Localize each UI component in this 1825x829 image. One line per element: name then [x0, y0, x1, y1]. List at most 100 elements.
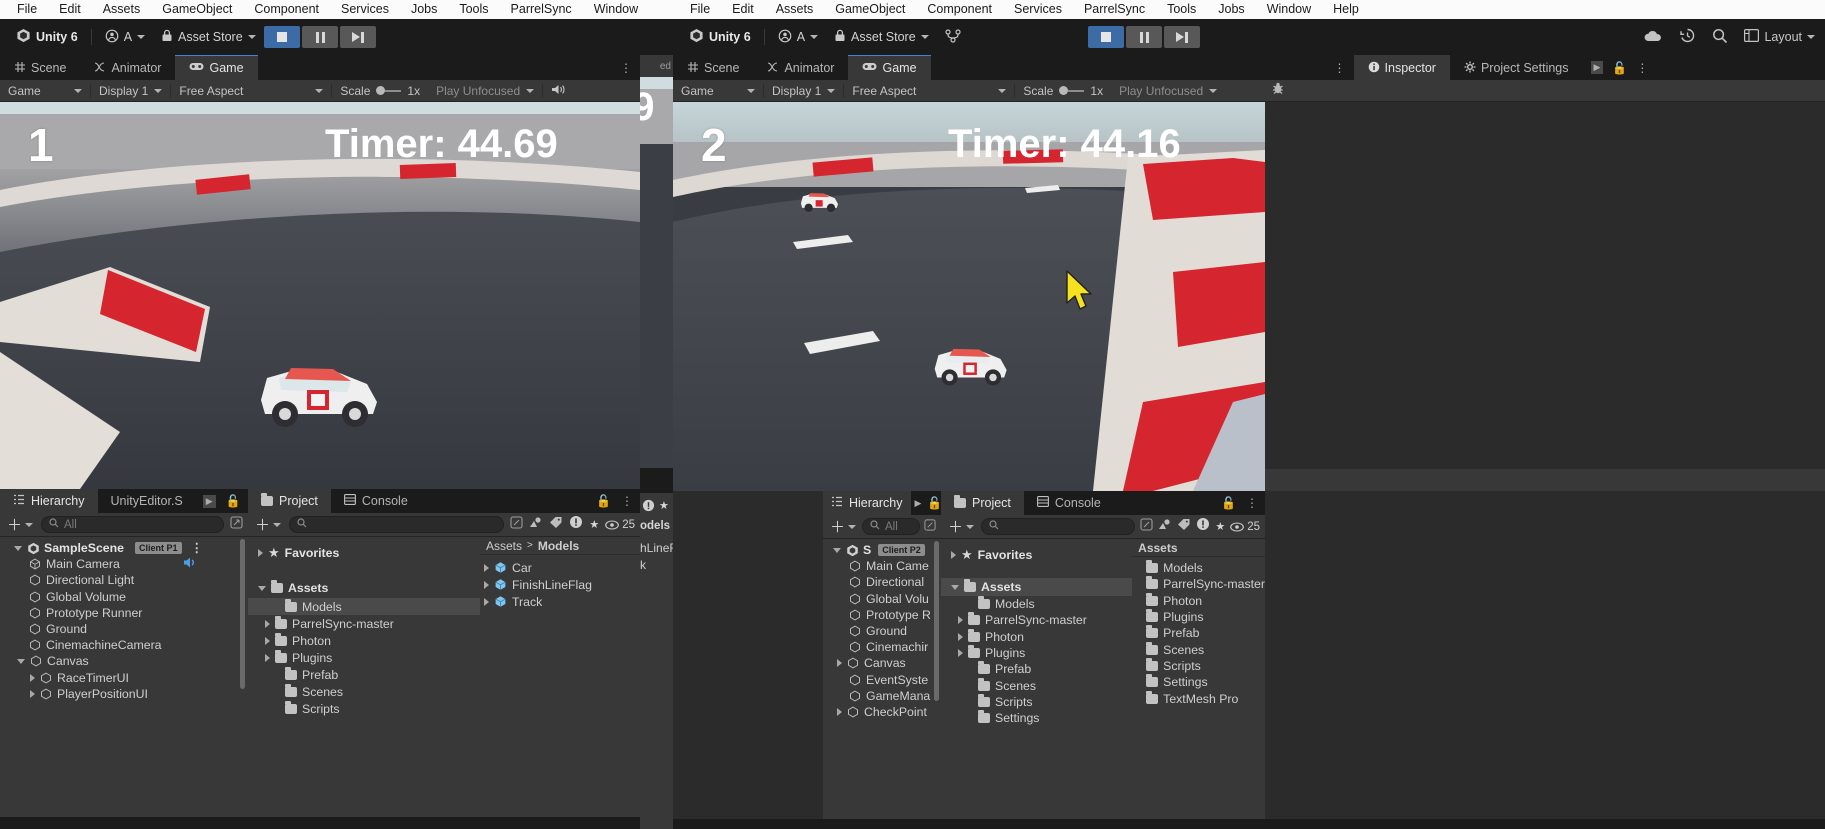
- aspect-select[interactable]: Free Aspect: [171, 80, 331, 102]
- visibility-count[interactable]: 25: [1230, 521, 1260, 533]
- content-folder-prefab[interactable]: Prefab: [1132, 625, 1265, 641]
- play-button[interactable]: [1088, 26, 1124, 48]
- project-folder-prefab[interactable]: Prefab: [941, 661, 1132, 677]
- playmode-controls[interactable]: [264, 26, 376, 48]
- background-unity-window[interactable]: ed 69 ★ odels hLineF k: [640, 0, 673, 829]
- tab-unityeditor-s[interactable]: UnityEditor.S: [98, 489, 196, 513]
- left-game-toolbar[interactable]: Game Display 1 Free Aspect Scale 1x Play…: [0, 80, 640, 102]
- hierarchy-item-global-volume[interactable]: Global Volume: [0, 589, 248, 605]
- kebab-menu-icon[interactable]: ⋮: [1636, 61, 1648, 75]
- overflow-arrow-icon[interactable]: ▶: [202, 494, 216, 508]
- hierarchy-item-checkpoint[interactable]: CheckPoint: [823, 704, 941, 720]
- breadcrumb-models[interactable]: Models: [538, 539, 579, 553]
- content-folder-settings[interactable]: Settings: [1132, 674, 1265, 690]
- project-folder-models[interactable]: Models: [248, 598, 480, 615]
- left-project-tab-tools[interactable]: 🔓 ⋮: [589, 489, 640, 513]
- project-folder-photon[interactable]: Photon: [941, 628, 1132, 645]
- project-assets-root-row[interactable]: Assets: [248, 578, 480, 598]
- search-expand-icon[interactable]: [1140, 517, 1153, 536]
- account-menu[interactable]: A: [770, 26, 826, 48]
- chevron-down-icon[interactable]: [17, 658, 25, 664]
- menu-help[interactable]: Help: [1322, 0, 1370, 19]
- chevron-right-icon[interactable]: [30, 673, 35, 682]
- project-folder-prefab[interactable]: Prefab: [248, 666, 480, 683]
- project-search-input[interactable]: [289, 516, 505, 533]
- project-folder-settings[interactable]: Settings: [941, 710, 1132, 726]
- hierarchy-item-prototype-runner[interactable]: Prototype R: [823, 607, 941, 623]
- chevron-down-icon[interactable]: [833, 547, 841, 553]
- breadcrumb-assets[interactable]: Assets: [486, 539, 522, 553]
- right-project-contents[interactable]: Assets Models ParrelSync-master Photon P…: [1132, 539, 1265, 819]
- scale-slider-control[interactable]: [1059, 86, 1085, 95]
- project-folder-scenes[interactable]: Scenes: [941, 677, 1132, 693]
- menu-window[interactable]: Window: [583, 0, 640, 19]
- hierarchy-scrollbar[interactable]: [240, 539, 245, 689]
- project-folder-parrelsync[interactable]: ParrelSync-master: [941, 612, 1132, 628]
- hierarchy-item-directional-light[interactable]: Directional: [823, 574, 941, 590]
- create-asset-button[interactable]: ＋: [946, 516, 976, 537]
- menu-file[interactable]: File: [6, 0, 48, 19]
- menu-tools[interactable]: Tools: [1156, 0, 1207, 19]
- menu-component[interactable]: Component: [916, 0, 1003, 19]
- favorite-star-icon[interactable]: ★: [1215, 520, 1225, 533]
- favorite-star-icon[interactable]: ★: [589, 518, 599, 531]
- project-search-input[interactable]: [981, 518, 1136, 535]
- game-target-select[interactable]: Game: [673, 80, 763, 102]
- menu-jobs[interactable]: Jobs: [400, 0, 448, 19]
- project-asset-finishlineflag[interactable]: FinishLineFlag: [480, 576, 640, 593]
- tab-project-settings[interactable]: Project Settings: [1450, 55, 1583, 80]
- project-folder-plugins[interactable]: Plugins: [248, 649, 480, 666]
- hierarchy-item-canvas[interactable]: Canvas: [823, 655, 941, 671]
- content-folder-models[interactable]: Models: [1132, 560, 1265, 576]
- mute-audio-button[interactable]: [543, 80, 574, 102]
- project-favorites-row[interactable]: ★ Favorites: [941, 544, 1132, 566]
- project-asset-track[interactable]: Track: [480, 593, 640, 610]
- tab-animator[interactable]: Animator: [753, 55, 848, 80]
- kebab-menu-icon[interactable]: ⋮: [621, 494, 633, 508]
- tab-scene[interactable]: Scene: [0, 55, 80, 80]
- hierarchy-item-race-timer-ui[interactable]: RaceTimerUI: [0, 670, 248, 686]
- filter-label-icon[interactable]: [549, 516, 563, 534]
- search-expand-icon[interactable]: [230, 515, 243, 534]
- game-target-select[interactable]: Game: [0, 80, 90, 102]
- left-project-content-list[interactable]: Car FinishLineFlag Track: [480, 555, 640, 610]
- hierarchy-item-cinemachine-camera[interactable]: CinemachineCamera: [0, 637, 248, 653]
- hierarchy-scene-row[interactable]: S Client P2 ⋮: [823, 542, 941, 558]
- project-folder-parrelsync[interactable]: ParrelSync-master: [248, 615, 480, 632]
- cloud-icon[interactable]: [1643, 29, 1663, 46]
- hierarchy-search-input[interactable]: All: [862, 518, 920, 535]
- left-hierarchy-tabs[interactable]: Hierarchy UnityEditor.S ▶ 🔓 ⋮: [0, 489, 263, 513]
- version-control-button[interactable]: [937, 26, 969, 48]
- right-hierarchy-searchrow[interactable]: ＋ All: [823, 515, 941, 539]
- chevron-right-icon[interactable]: [265, 636, 270, 645]
- right-toolbar-utilities[interactable]: Layout: [1643, 27, 1815, 47]
- menu-jobs[interactable]: Jobs: [1207, 0, 1255, 19]
- pause-button[interactable]: [302, 26, 338, 48]
- chevron-right-icon[interactable]: [265, 619, 270, 628]
- content-folder-textmeshpro[interactable]: TextMesh Pro: [1132, 690, 1265, 706]
- lock-icon[interactable]: 🔓: [1612, 61, 1627, 75]
- lock-icon[interactable]: 🔓: [596, 494, 611, 508]
- create-asset-button[interactable]: ＋: [253, 514, 283, 535]
- filter-type-icon[interactable]: [529, 516, 543, 534]
- debug-bug-icon[interactable]: [1271, 81, 1285, 100]
- content-folder-photon[interactable]: Photon: [1132, 592, 1265, 609]
- menu-services[interactable]: Services: [1003, 0, 1073, 19]
- hierarchy-scrollbar[interactable]: [934, 541, 939, 701]
- tab-project[interactable]: Project: [941, 491, 1024, 515]
- chevron-right-icon[interactable]: [951, 551, 956, 559]
- visibility-count[interactable]: 25: [605, 519, 635, 531]
- layout-menu[interactable]: Layout: [1744, 29, 1815, 45]
- content-folder-parrelsync[interactable]: ParrelSync-master: [1132, 576, 1265, 592]
- chevron-right-icon[interactable]: [484, 580, 489, 589]
- right-game-view[interactable]: 2 Timer: 44.16: [673, 102, 1265, 491]
- right-gameview-tab-tools[interactable]: ⋮: [1326, 55, 1354, 80]
- pause-button[interactable]: [1126, 26, 1162, 48]
- tab-scene[interactable]: Scene: [673, 55, 753, 80]
- chevron-right-icon[interactable]: [265, 653, 270, 662]
- left-menu-bar[interactable]: File Edit Assets GameObject Component Se…: [0, 0, 640, 19]
- menu-services[interactable]: Services: [330, 0, 400, 19]
- left-project-contents[interactable]: Assets > Models Car FinishLineFlag Track: [480, 537, 640, 817]
- search-icon[interactable]: [1712, 28, 1728, 47]
- hierarchy-item-global-volume[interactable]: Global Volu: [823, 591, 941, 607]
